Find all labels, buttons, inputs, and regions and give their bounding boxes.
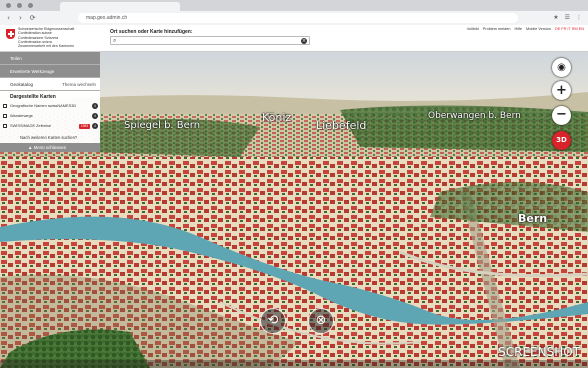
toggle-3d-button[interactable]: 3D <box>552 131 571 150</box>
layer-item[interactable]: Geografische Namen swissNAMES3D i <box>0 101 100 111</box>
address-bar-row: ‹ › ⟳ map.geo.admin.ch ★ ☰ ⋮ <box>0 11 588 25</box>
layer-item[interactable]: SWISSIMAGE Zeitreise 1983 i <box>0 121 100 131</box>
forward-icon[interactable]: › <box>17 14 24 22</box>
more-icon[interactable]: ⋮ <box>576 14 582 21</box>
browser-chrome: ‹ › ⟳ map.geo.admin.ch ★ ☰ ⋮ <box>0 0 588 25</box>
screenshot-watermark: SCREENSHOT <box>498 345 580 359</box>
place-label-bern: Bern <box>518 212 548 225</box>
menu-icon[interactable]: ☰ <box>565 14 570 21</box>
geocatalog-row[interactable]: Geokatalog Thema wechseln <box>0 78 100 91</box>
tab-strip <box>0 0 588 11</box>
geocatalog-label: Geokatalog <box>10 82 34 87</box>
place-label-koeniz: Köniz <box>262 111 292 124</box>
share-row[interactable]: Teilen <box>0 52 100 65</box>
layer-label: SWISSIMAGE Zeitreise <box>10 123 52 128</box>
layer-checkbox[interactable] <box>3 124 7 128</box>
search-icon: ⌕ <box>113 37 117 44</box>
search-label: Ort suchen oder Karte hinzufügen: <box>110 29 193 35</box>
swiss-shield-icon <box>6 29 15 39</box>
browser-toolbar: ★ ☰ ⋮ <box>553 14 582 21</box>
info-icon[interactable]: i <box>92 103 98 109</box>
fullscreen-link[interactable]: Vollbild <box>467 27 479 31</box>
zoom-out-button[interactable]: − <box>552 106 571 125</box>
rotate-icon[interactable]: ⟲ <box>260 308 286 334</box>
window-control-icon[interactable] <box>17 3 22 8</box>
layer-checkbox[interactable] <box>3 104 7 108</box>
reload-icon[interactable]: ⟳ <box>29 14 36 22</box>
confederation-text: Schweizerische Eidgenossenschaft Confédé… <box>18 27 75 49</box>
info-icon[interactable]: i <box>92 123 98 129</box>
layers-title: Dargestellte Karten <box>10 94 56 100</box>
place-label-oberwangen: Oberwangen b. Bern <box>428 111 521 121</box>
window-control-icon[interactable] <box>6 3 11 8</box>
compass-icon[interactable]: ⊗ <box>308 308 334 334</box>
top-links: Vollbild Problem melden Hilfe Mobile Ver… <box>467 27 584 31</box>
clear-icon[interactable]: × <box>301 38 307 44</box>
timeline-badge[interactable]: 1983 <box>78 123 90 129</box>
active-tab[interactable] <box>60 2 180 11</box>
app-header: Schweizerische Eidgenossenschaft Confédé… <box>0 25 588 52</box>
locate-icon[interactable]: ◉ <box>552 58 571 77</box>
search-more-maps-link[interactable]: Nach weiteren Karten suchen? <box>0 131 100 143</box>
advanced-tools-row[interactable]: Erweiterte Werkzeuge <box>0 65 100 78</box>
close-menu-button[interactable]: ▲ Menü schliessen <box>0 143 100 152</box>
side-menu: Teilen Erweiterte Werkzeuge Geokatalog T… <box>0 52 100 152</box>
bookmark-icon[interactable]: ★ <box>553 14 558 21</box>
help-link[interactable]: Hilfe <box>514 27 522 31</box>
layer-label: Geografische Namen swissNAMES3D <box>10 103 77 108</box>
place-label-liebefeld: Liebefeld <box>316 119 367 132</box>
layer-label: Wanderwege <box>10 113 33 118</box>
info-icon[interactable]: i <box>92 113 98 119</box>
window-control-icon[interactable] <box>28 3 33 8</box>
layer-checkbox[interactable] <box>3 114 7 118</box>
change-theme-link[interactable]: Thema wechseln <box>62 78 96 90</box>
zoom-in-button[interactable]: + <box>552 81 571 100</box>
url-field[interactable]: map.geo.admin.ch <box>78 13 518 23</box>
layer-item[interactable]: Wanderwege i <box>0 111 100 121</box>
report-problem-link[interactable]: Problem melden <box>483 27 511 31</box>
mobile-version-link[interactable]: Mobile Version <box>526 27 551 31</box>
search-input[interactable]: ⌕ × <box>110 36 310 45</box>
back-icon[interactable]: ‹ <box>5 14 12 22</box>
language-switcher[interactable]: DE FR IT RM EN <box>555 27 584 31</box>
place-label-spiegel: Spiegel b. Bern <box>124 120 201 131</box>
